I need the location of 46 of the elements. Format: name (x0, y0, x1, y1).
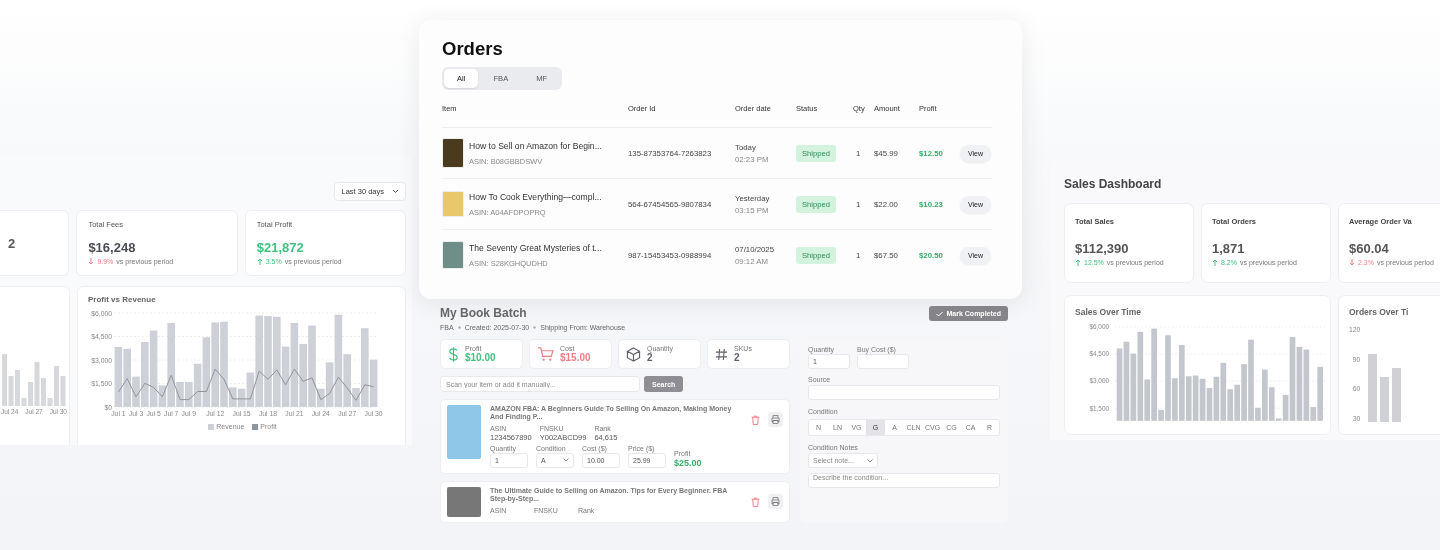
chart-title: Orders Over Ti (1349, 307, 1410, 317)
check-icon (935, 310, 943, 317)
buy-cost-field[interactable] (857, 354, 909, 369)
item-title: How to Sell on Amazon for Begin... (469, 140, 602, 151)
chevron-down-icon (563, 458, 569, 463)
stat-value: $21,872 (256, 240, 305, 255)
printer-icon (771, 415, 780, 424)
dashboard-title: Sales Dashboard (1064, 177, 1163, 191)
print-button[interactable] (768, 412, 783, 427)
item-title: How To Cook Everything—compl... (469, 191, 602, 202)
separator-dot-icon (533, 326, 537, 329)
chart-title: Sales Over Time (1075, 307, 1142, 317)
source-field[interactable] (808, 385, 1000, 400)
dollar-icon (448, 345, 459, 363)
book-cover-placeholder (447, 486, 481, 517)
chevron-down-icon (867, 458, 873, 463)
separator-dot-icon (457, 326, 461, 329)
summary-value: 2 (734, 352, 741, 363)
book-cover-placeholder (442, 191, 464, 217)
trash-icon[interactable] (751, 496, 760, 507)
book-cover-placeholder (442, 241, 464, 269)
book-cover-placeholder (442, 138, 464, 168)
revenue-bar (114, 346, 123, 407)
legend-swatch-icon (252, 423, 259, 430)
batch-title: My Book Batch (440, 306, 528, 320)
item-title: The Seventy Great Mysteries of t... (469, 242, 602, 253)
orders-title: Orders (442, 38, 504, 60)
stat-value: 2 (8, 235, 17, 251)
cart-icon (537, 346, 554, 362)
stat-value: $16,248 (88, 240, 137, 255)
printer-icon (771, 496, 780, 506)
item-profit: $25.00 (674, 457, 703, 468)
stat-value: $60.04 (1349, 241, 1390, 256)
stat-value: $112,390 (1075, 241, 1130, 256)
summary-value: 2 (647, 352, 653, 363)
trash-icon[interactable] (751, 415, 760, 425)
print-button[interactable] (768, 493, 783, 509)
summary-value: $15.00 (560, 352, 591, 363)
hash-icon (715, 347, 728, 361)
summary-value: $10.00 (465, 352, 496, 363)
stat-value: 1,871 (1212, 241, 1246, 256)
legend-swatch-icon (208, 423, 215, 430)
book-cover-placeholder (447, 405, 481, 459)
chevron-down-icon (392, 189, 399, 194)
box-icon (626, 346, 641, 362)
chart-title: Profit vs Revenue (88, 295, 157, 304)
